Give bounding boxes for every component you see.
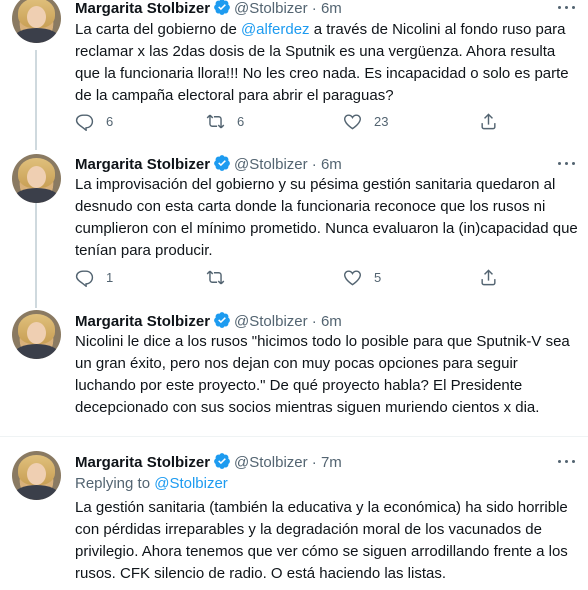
divider [0, 436, 588, 437]
like-count: 5 [374, 269, 382, 285]
tweet-header: Margarita Stolbizer @Stolbizer · 7m [75, 452, 342, 472]
author-handle[interactable]: @Stolbizer [234, 0, 308, 17]
like-button[interactable]: 23 [343, 111, 388, 131]
tweet-text-part: La carta del gobierno de [75, 21, 241, 38]
tweet-header: Margarita Stolbizer @Stolbizer · 6m [75, 311, 342, 331]
avatar[interactable] [12, 310, 61, 359]
reply-count: 1 [106, 269, 114, 285]
tweet-header: Margarita Stolbizer @Stolbizer · 6m [75, 154, 342, 174]
separator-dot: · [311, 156, 317, 173]
tweet-header: Margarita Stolbizer @Stolbizer · 6m [75, 0, 342, 18]
more-options-icon[interactable] [558, 0, 576, 16]
tweet-actions: 1 5 [75, 267, 515, 287]
verified-badge-icon [214, 155, 230, 171]
tweet-text: La gestión sanitaria (también la educati… [75, 499, 568, 582]
author-handle[interactable]: @Stolbizer [234, 454, 308, 471]
verified-badge-icon [214, 312, 230, 328]
tweet-text: La improvisación del gobierno y su pésim… [75, 176, 578, 259]
author-handle[interactable]: @Stolbizer [234, 156, 308, 173]
retweet-icon [206, 114, 225, 128]
separator-dot: · [311, 0, 317, 17]
share-icon [481, 268, 496, 285]
author-name[interactable]: Margarita Stolbizer [75, 313, 210, 330]
retweet-count: 6 [237, 113, 245, 129]
more-options-icon[interactable] [558, 154, 576, 172]
avatar[interactable] [12, 451, 61, 500]
retweet-icon [206, 270, 225, 284]
replying-to-link[interactable]: @Stolbizer [154, 475, 228, 492]
verified-badge-icon [214, 453, 230, 469]
more-options-icon[interactable] [558, 452, 576, 470]
reply-icon [75, 269, 94, 287]
thread-connector-line [35, 50, 37, 150]
avatar[interactable] [12, 0, 61, 43]
like-icon [344, 269, 361, 285]
thread-connector-line [35, 203, 37, 308]
separator-dot: · [311, 454, 317, 471]
timestamp[interactable]: 6m [321, 156, 342, 173]
replying-label: Replying to [75, 475, 155, 492]
separator-dot: · [311, 313, 317, 330]
share-button[interactable] [479, 111, 498, 131]
verified-badge-icon [214, 0, 230, 15]
tweet-text: Nicolini le dice a los rusos "hicimos to… [75, 333, 570, 416]
timestamp[interactable]: 7m [321, 454, 342, 471]
like-button[interactable]: 5 [343, 267, 381, 287]
author-handle[interactable]: @Stolbizer [234, 313, 308, 330]
mention-link[interactable]: @alferdez [241, 21, 310, 38]
share-button[interactable] [479, 267, 498, 287]
retweet-button[interactable]: 6 [206, 111, 244, 131]
reply-button[interactable]: 1 [75, 267, 113, 287]
share-icon [481, 112, 496, 129]
reply-button[interactable]: 6 [75, 111, 113, 131]
avatar[interactable] [12, 154, 61, 203]
replying-to: Replying to @Stolbizer [75, 474, 228, 494]
reply-count: 6 [106, 113, 114, 129]
author-name[interactable]: Margarita Stolbizer [75, 454, 210, 471]
timestamp[interactable]: 6m [321, 313, 342, 330]
author-name[interactable]: Margarita Stolbizer [75, 0, 210, 17]
reply-icon [75, 113, 94, 131]
like-icon [344, 113, 361, 129]
timestamp[interactable]: 6m [321, 0, 342, 17]
author-name[interactable]: Margarita Stolbizer [75, 156, 210, 173]
tweet-actions: 6 6 23 [75, 111, 515, 131]
tweet-text: La carta del gobierno de @alferdez a tra… [75, 19, 579, 107]
retweet-button[interactable] [206, 267, 237, 287]
like-count: 23 [374, 113, 389, 129]
